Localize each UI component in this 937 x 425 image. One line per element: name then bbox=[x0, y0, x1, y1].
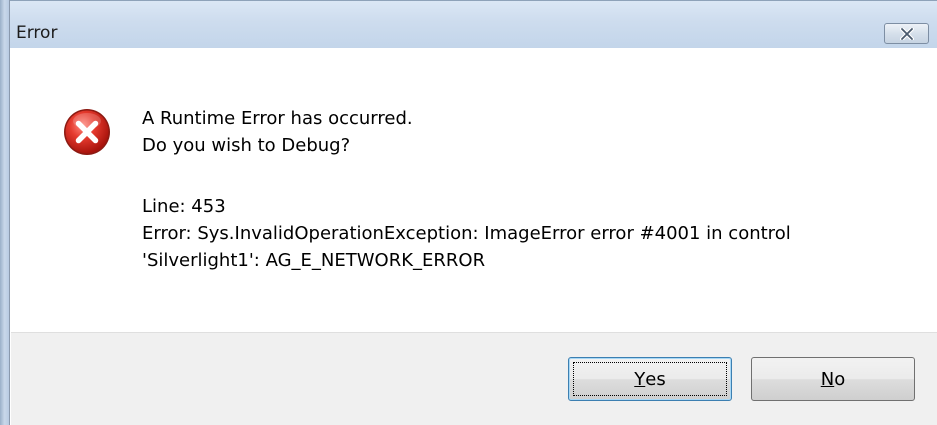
error-icon bbox=[62, 107, 112, 157]
button-bar: Yes No bbox=[11, 332, 937, 425]
message-line-2: Do you wish to Debug? bbox=[142, 135, 351, 156]
dialog-content: A Runtime Error has occurred. Do you wis… bbox=[11, 48, 937, 332]
close-icon bbox=[885, 24, 928, 43]
no-button-label: No bbox=[820, 368, 846, 390]
title-bar[interactable]: Error bbox=[10, 0, 937, 48]
message-line-1: A Runtime Error has occurred. bbox=[142, 108, 413, 129]
message-line-5: 'Silverlight1': AG_E_NETWORK_ERROR bbox=[142, 250, 486, 271]
error-dialog: Error A Runtime Error has occurred. Do y… bbox=[0, 0, 937, 425]
window-frame-left bbox=[0, 0, 10, 425]
yes-button-label: Yes bbox=[573, 362, 727, 396]
message-line-3: Line: 453 bbox=[142, 196, 226, 217]
window-title: Error bbox=[16, 23, 58, 43]
no-button[interactable]: No bbox=[751, 357, 915, 401]
close-button[interactable] bbox=[884, 23, 929, 44]
message-line-4: Error: Sys.InvalidOperationException: Im… bbox=[142, 223, 791, 244]
yes-button[interactable]: Yes bbox=[568, 357, 732, 401]
